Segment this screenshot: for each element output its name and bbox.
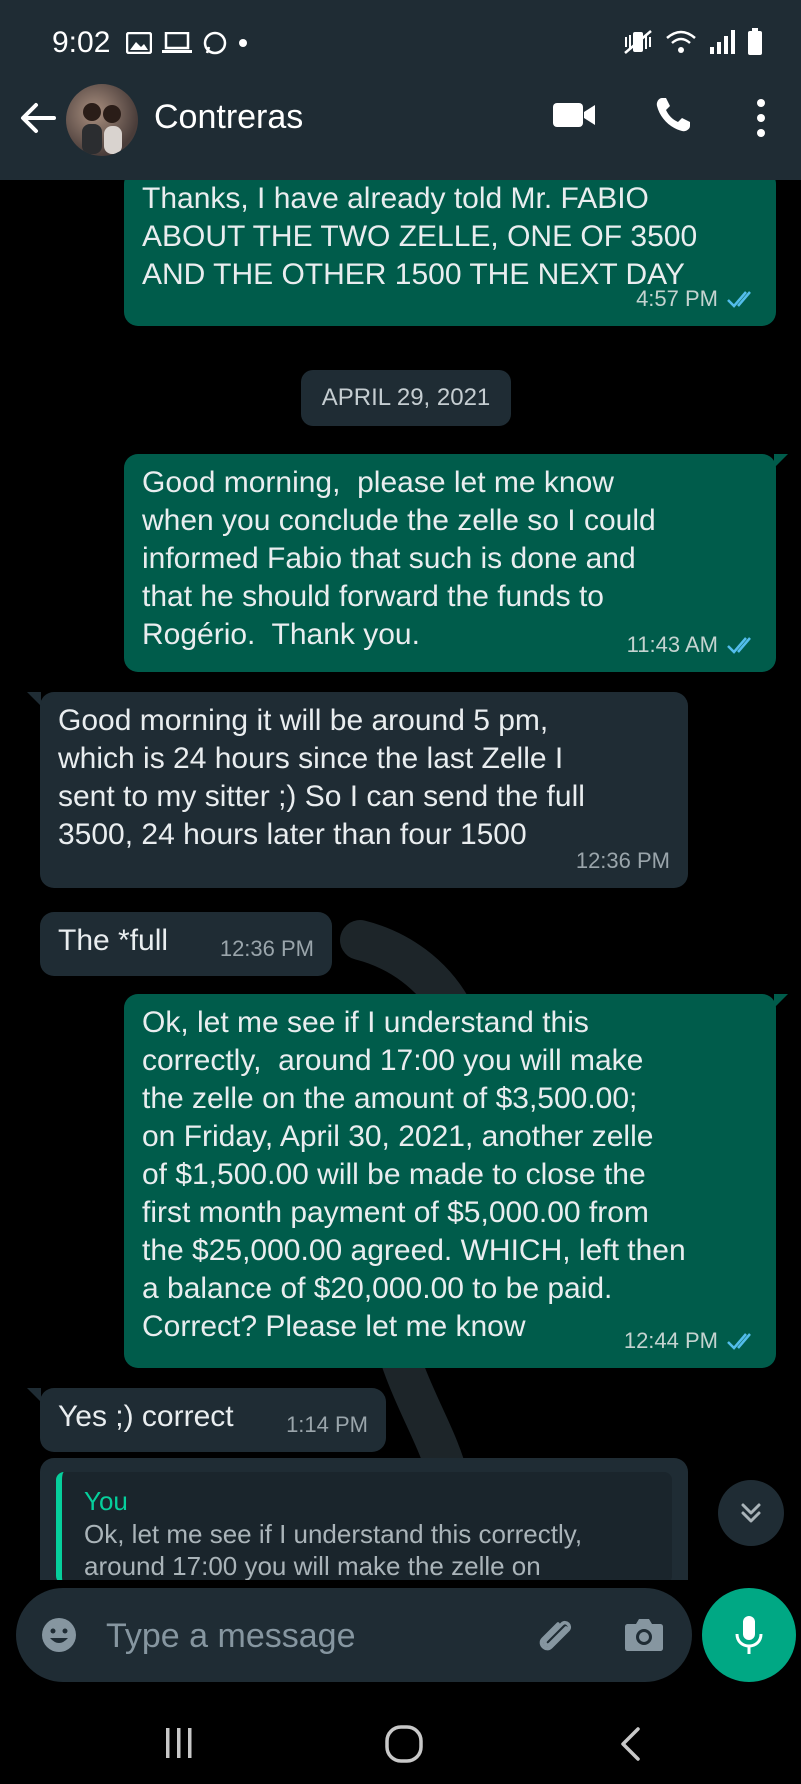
microphone-icon bbox=[735, 1616, 763, 1654]
back-arrow-icon[interactable] bbox=[18, 98, 58, 138]
message-time: 1:14 PM bbox=[286, 1412, 368, 1437]
status-bar: 9:02 bbox=[0, 0, 801, 60]
read-ticks-icon bbox=[727, 1333, 751, 1350]
message-input[interactable] bbox=[104, 1606, 528, 1666]
message-incoming-with-quote[interactable]: You Ok, let me see if I understand this … bbox=[40, 1458, 688, 1580]
message-time: 12:36 PM bbox=[575, 848, 670, 873]
message-meta: 12:44 PM bbox=[624, 1322, 758, 1360]
scroll-to-bottom-button[interactable] bbox=[718, 1480, 784, 1546]
system-navigation-bar bbox=[0, 1700, 801, 1784]
message-time: 12:44 PM bbox=[623, 1328, 718, 1353]
message-text: Good morning it will be around 5 pm, whi… bbox=[58, 704, 585, 851]
home-icon[interactable] bbox=[384, 1724, 424, 1764]
status-notification-icons bbox=[126, 30, 248, 56]
mute-vibrate-icon bbox=[624, 30, 652, 54]
composer bbox=[16, 1588, 692, 1682]
message-time: 11:43 AM bbox=[626, 632, 718, 657]
message-meta: 12:36 PM bbox=[220, 930, 314, 968]
message-meta: 4:57 PM bbox=[636, 280, 758, 318]
message-incoming[interactable]: Yes ;) correct 1:14 PM bbox=[40, 1388, 386, 1452]
camera-icon[interactable] bbox=[624, 1616, 664, 1652]
emoji-icon[interactable] bbox=[40, 1616, 78, 1654]
message-outgoing[interactable]: Thanks, I have already told Mr. FABIO AB… bbox=[124, 180, 776, 326]
dot-icon bbox=[239, 39, 247, 47]
read-ticks-icon bbox=[727, 291, 751, 308]
bubble-tail bbox=[774, 454, 788, 468]
quoted-author: You bbox=[84, 1486, 128, 1516]
message-incoming[interactable]: The *full 12:36 PM bbox=[40, 912, 332, 976]
voice-message-button[interactable] bbox=[702, 1588, 796, 1682]
nav-back-icon[interactable] bbox=[618, 1726, 642, 1762]
recent-apps-icon[interactable] bbox=[164, 1726, 194, 1760]
message-incoming[interactable]: Good morning it will be around 5 pm, whi… bbox=[40, 692, 688, 888]
signal-icon bbox=[710, 30, 735, 54]
message-meta: 11:43 AM bbox=[627, 626, 758, 664]
message-text: Thanks, I have already told Mr. FABIO AB… bbox=[142, 182, 698, 291]
read-ticks-icon bbox=[727, 637, 751, 654]
status-time: 9:02 bbox=[52, 26, 111, 59]
message-meta: 1:14 PM bbox=[286, 1406, 368, 1444]
date-separator: APRIL 29, 2021 bbox=[301, 370, 511, 426]
message-time: 4:57 PM bbox=[636, 286, 718, 311]
message-outgoing[interactable]: Ok, let me see if I understand this corr… bbox=[124, 994, 776, 1368]
battery-icon bbox=[748, 28, 762, 55]
quoted-message[interactable]: You Ok, let me see if I understand this … bbox=[56, 1472, 672, 1580]
bubble-tail bbox=[27, 692, 41, 706]
contact-avatar[interactable] bbox=[66, 84, 138, 156]
more-options-icon[interactable] bbox=[756, 98, 766, 138]
laptop-icon bbox=[162, 32, 192, 53]
contact-name[interactable]: Contreras bbox=[154, 98, 303, 137]
message-list[interactable]: Thanks, I have already told Mr. FABIO AB… bbox=[0, 180, 801, 1580]
wifi-icon bbox=[666, 30, 696, 53]
attachment-icon[interactable] bbox=[534, 1614, 578, 1658]
status-system-icons bbox=[623, 28, 763, 56]
message-outgoing[interactable]: Good morning, please let me know when yo… bbox=[124, 454, 776, 672]
message-meta: 12:36 PM bbox=[576, 842, 670, 880]
chat-header: Contreras bbox=[0, 60, 801, 180]
whatsapp-notification-icon bbox=[203, 31, 227, 55]
bubble-tail bbox=[774, 994, 788, 1008]
message-text: Ok, let me see if I understand this corr… bbox=[142, 1006, 686, 1343]
voice-call-icon[interactable] bbox=[654, 96, 692, 134]
message-time: 12:36 PM bbox=[219, 936, 314, 961]
video-call-icon[interactable] bbox=[552, 100, 596, 130]
double-chevron-down-icon bbox=[741, 1503, 761, 1523]
quoted-text: Ok, let me see if I understand this corr… bbox=[84, 1519, 583, 1580]
gallery-icon bbox=[126, 32, 152, 54]
bubble-tail bbox=[27, 1388, 41, 1402]
